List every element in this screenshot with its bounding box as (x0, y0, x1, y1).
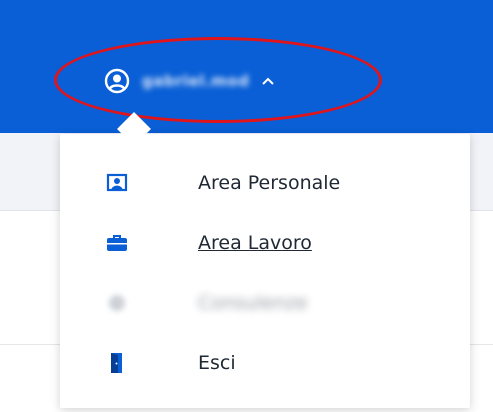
menu-item-label: Esci (198, 352, 236, 374)
door-exit-icon (104, 351, 130, 375)
menu-item-label: Area Lavoro (198, 232, 312, 254)
blurred-icon (104, 291, 130, 315)
menu-item-label: Consulenze (198, 292, 308, 314)
menu-item-label: Area Personale (198, 172, 341, 194)
user-dropdown-menu: Area Personale Area Lavoro Consulenze Es… (60, 134, 470, 408)
menu-item-consulenze[interactable]: Consulenze (60, 279, 470, 327)
menu-item-esci[interactable]: Esci (60, 339, 470, 387)
id-badge-icon (104, 171, 130, 195)
menu-item-area-personale[interactable]: Area Personale (60, 159, 470, 207)
briefcase-icon (104, 231, 130, 255)
highlight-annotation (54, 37, 382, 123)
menu-item-area-lavoro[interactable]: Area Lavoro (60, 219, 470, 267)
